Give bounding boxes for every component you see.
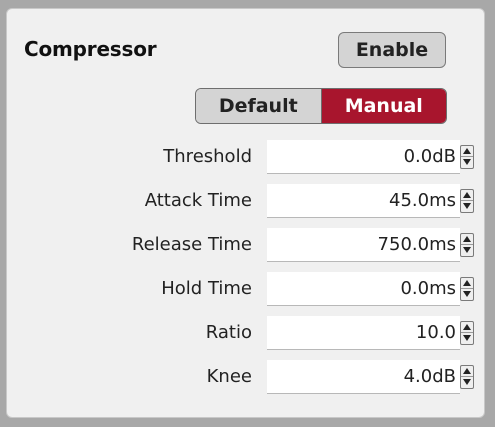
release-time-field[interactable] [267,228,460,262]
attack-time-field[interactable] [267,184,460,218]
knee-spinner[interactable] [460,365,474,389]
hold-time-spinner[interactable] [460,277,474,301]
param-row-hold-time: Hold Time [7,272,486,306]
panel-title: Compressor [24,37,157,61]
ratio-spinner[interactable] [460,321,474,345]
knee-field[interactable] [267,360,460,394]
knee-label: Knee [206,366,252,387]
param-row-attack-time: Attack Time [7,184,486,218]
triangle-down-icon[interactable] [461,377,473,388]
release-time-label: Release Time [131,234,252,255]
triangle-down-icon[interactable] [461,157,473,168]
param-row-ratio: Ratio [7,316,486,350]
threshold-label: Threshold [163,146,252,167]
triangle-up-icon[interactable] [461,190,473,201]
hold-time-field[interactable] [267,272,460,306]
threshold-spinner[interactable] [460,145,474,169]
manual-mode-button[interactable]: Manual [321,89,446,123]
triangle-up-icon[interactable] [461,278,473,289]
enable-button[interactable]: Enable [338,32,446,68]
triangle-down-icon[interactable] [461,333,473,344]
ratio-label: Ratio [205,322,252,343]
param-row-knee: Knee [7,360,486,394]
window-frame: Compressor Enable Default Manual Thresho… [0,0,495,427]
param-row-release-time: Release Time [7,228,486,262]
triangle-down-icon[interactable] [461,289,473,300]
attack-time-label: Attack Time [144,190,252,211]
attack-time-spinner[interactable] [460,189,474,213]
ratio-field[interactable] [267,316,460,350]
hold-time-label: Hold Time [161,278,252,299]
triangle-up-icon[interactable] [461,366,473,377]
default-mode-button[interactable]: Default [196,89,322,123]
triangle-up-icon[interactable] [461,234,473,245]
threshold-field[interactable] [267,140,460,174]
triangle-up-icon[interactable] [461,146,473,157]
compressor-panel: Compressor Enable Default Manual Thresho… [6,8,485,418]
triangle-down-icon[interactable] [461,201,473,212]
release-time-spinner[interactable] [460,233,474,257]
triangle-up-icon[interactable] [461,322,473,333]
triangle-down-icon[interactable] [461,245,473,256]
param-row-threshold: Threshold [7,140,486,174]
mode-toggle-group: Default Manual [195,88,447,124]
